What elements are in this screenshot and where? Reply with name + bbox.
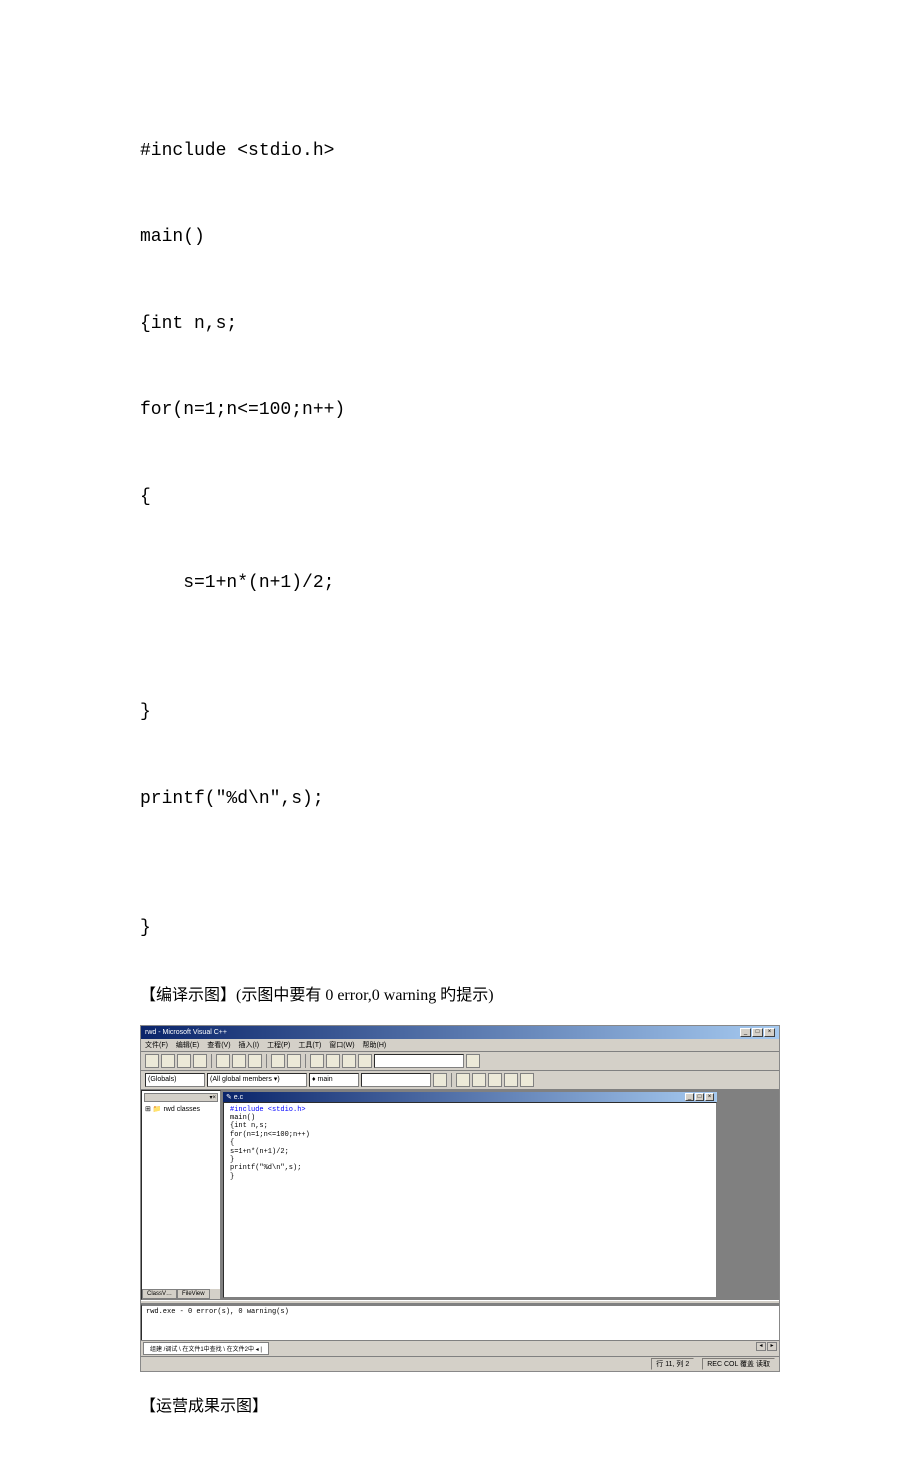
editor-line: s=1+n*(n+1)/2; [230, 1148, 710, 1156]
breakpoint-icon[interactable] [472, 1073, 486, 1087]
tab-fileview[interactable]: FileView [177, 1289, 210, 1299]
stop-debug-icon[interactable] [520, 1073, 534, 1087]
menu-file[interactable]: 文件(F) [145, 1042, 168, 1049]
run-result-section-label: 【运营成果示图】 [140, 1392, 780, 1416]
open-file-icon[interactable] [161, 1054, 175, 1068]
compile-section-label: 【编译示图】(示图中要有 0 error,0 warning 旳提示) [140, 981, 780, 1005]
mdi-area: ✎ e.c _ □ × #include <stdio.h> main() {i… [221, 1090, 779, 1300]
output-result-line: rwd.exe - 0 error(s), 0 warning(s) [146, 1308, 775, 1316]
editor-file-title: ✎ e.c [226, 1093, 243, 1101]
menu-project[interactable]: 工程(P) [267, 1042, 290, 1049]
ide-window: rwd - Microsoft Visual C++ _ □ × 文件(F) 编… [140, 1025, 780, 1372]
build-icon[interactable] [310, 1054, 324, 1068]
stop-icon[interactable] [342, 1054, 356, 1068]
go-icon[interactable] [456, 1073, 470, 1087]
paste-icon[interactable] [248, 1054, 262, 1068]
classview-panel: ▾× ⊞ 📁 rwd classes ClassV… FileView [141, 1090, 221, 1300]
classview-header[interactable]: ▾× [144, 1093, 218, 1102]
members-dropdown[interactable]: (All global members ▾) [207, 1073, 307, 1087]
window-title: rwd - Microsoft Visual C++ [145, 1029, 227, 1036]
toolbar-separator [266, 1054, 267, 1068]
editor-maximize-button[interactable]: □ [695, 1093, 704, 1101]
editor-line: } [230, 1156, 710, 1164]
redo-icon[interactable] [287, 1054, 301, 1068]
output-panel: rwd.exe - 0 error(s), 0 warning(s) [141, 1304, 779, 1340]
editor-line: } [230, 1173, 710, 1181]
save-all-icon[interactable] [193, 1054, 207, 1068]
output-scroll-controls: ◂ ▸ [756, 1342, 777, 1355]
scope-dropdown[interactable]: (Globals) [145, 1073, 205, 1087]
code-line: printf("%d\n",s); [140, 778, 780, 821]
tab-classview[interactable]: ClassV… [142, 1289, 177, 1299]
editor-line: #include <stdio.h> [230, 1106, 710, 1114]
undo-icon[interactable] [271, 1054, 285, 1068]
workspace-area: ▾× ⊞ 📁 rwd classes ClassV… FileView ✎ e.… [141, 1090, 779, 1300]
code-line: } [140, 691, 780, 734]
source-code-listing: #include <stdio.h> main() {int n,s; for(… [140, 130, 780, 951]
config-dropdown[interactable] [361, 1073, 431, 1087]
menu-view[interactable]: 查看(V) [207, 1042, 230, 1049]
new-file-icon[interactable] [145, 1054, 159, 1068]
menu-help[interactable]: 帮助(H) [363, 1042, 387, 1049]
editor-window-controls: _ □ × [685, 1093, 714, 1101]
classview-tabs: ClassV… FileView [142, 1289, 220, 1299]
wizard-toolbar: (Globals) (All global members ▾) ♦ main [141, 1071, 779, 1090]
toolbar-separator [451, 1073, 452, 1087]
function-dropdown[interactable]: ♦ main [309, 1073, 359, 1087]
menu-edit[interactable]: 编辑(E) [176, 1042, 199, 1049]
code-line: s=1+n*(n+1)/2; [140, 562, 780, 605]
status-indicators: REC COL 覆盖 读取 [702, 1358, 775, 1370]
editor-close-button[interactable]: × [705, 1093, 714, 1101]
compile-icon[interactable] [326, 1054, 340, 1068]
close-button[interactable]: × [764, 1028, 775, 1037]
toolbar-separator [305, 1054, 306, 1068]
editor-line: printf("%d\n",s); [230, 1164, 710, 1172]
copy-icon[interactable] [232, 1054, 246, 1068]
cut-icon[interactable] [216, 1054, 230, 1068]
scroll-right-icon[interactable]: ▸ [767, 1342, 777, 1351]
code-line: {int n,s; [140, 303, 780, 346]
maximize-button[interactable]: □ [752, 1028, 763, 1037]
code-line: #include <stdio.h> [140, 130, 780, 173]
editor-titlebar: ✎ e.c _ □ × [223, 1092, 717, 1102]
menu-tools[interactable]: 工具(T) [298, 1042, 321, 1049]
code-line: { [140, 476, 780, 519]
menu-window[interactable]: 窗口(W) [329, 1042, 354, 1049]
code-editor[interactable]: #include <stdio.h> main() {int n,s; for(… [223, 1102, 717, 1298]
code-line: } [140, 907, 780, 950]
editor-window: ✎ e.c _ □ × #include <stdio.h> main() {i… [223, 1092, 717, 1298]
menu-bar: 文件(F) 编辑(E) 查看(V) 插入(I) 工程(P) 工具(T) 窗口(W… [141, 1039, 779, 1052]
find-icon[interactable] [466, 1054, 480, 1068]
minimize-button[interactable]: _ [740, 1028, 751, 1037]
action-icon[interactable] [433, 1073, 447, 1087]
execute-icon[interactable] [358, 1054, 372, 1068]
save-icon[interactable] [177, 1054, 191, 1068]
cursor-position: 行 11, 列 2 [651, 1358, 694, 1370]
editor-line: main() [230, 1114, 710, 1122]
find-combo[interactable] [374, 1054, 464, 1068]
step-icon[interactable] [488, 1073, 502, 1087]
menu-insert[interactable]: 插入(I) [239, 1042, 260, 1049]
editor-line: { [230, 1139, 710, 1147]
status-bar: 行 11, 列 2 REC COL 覆盖 读取 [141, 1356, 779, 1371]
code-line: main() [140, 216, 780, 259]
code-line: for(n=1;n<=100;n++) [140, 389, 780, 432]
editor-line: {int n,s; [230, 1122, 710, 1130]
window-titlebar: rwd - Microsoft Visual C++ _ □ × [141, 1026, 779, 1039]
editor-line: for(n=1;n<=100;n++) [230, 1131, 710, 1139]
toolbar-separator [211, 1054, 212, 1068]
window-controls: _ □ × [740, 1028, 775, 1037]
editor-minimize-button[interactable]: _ [685, 1093, 694, 1101]
standard-toolbar [141, 1052, 779, 1071]
output-tabs: 组建 /调试 \ 在文件1中查找 \ 在文件2中 ◂ | ◂ ▸ [141, 1340, 779, 1356]
classview-root-item[interactable]: ⊞ 📁 rwd classes [144, 1104, 218, 1114]
step-over-icon[interactable] [504, 1073, 518, 1087]
scroll-left-icon[interactable]: ◂ [756, 1342, 766, 1351]
output-tab-build[interactable]: 组建 /调试 \ 在文件1中查找 \ 在文件2中 ◂ | [143, 1342, 269, 1355]
